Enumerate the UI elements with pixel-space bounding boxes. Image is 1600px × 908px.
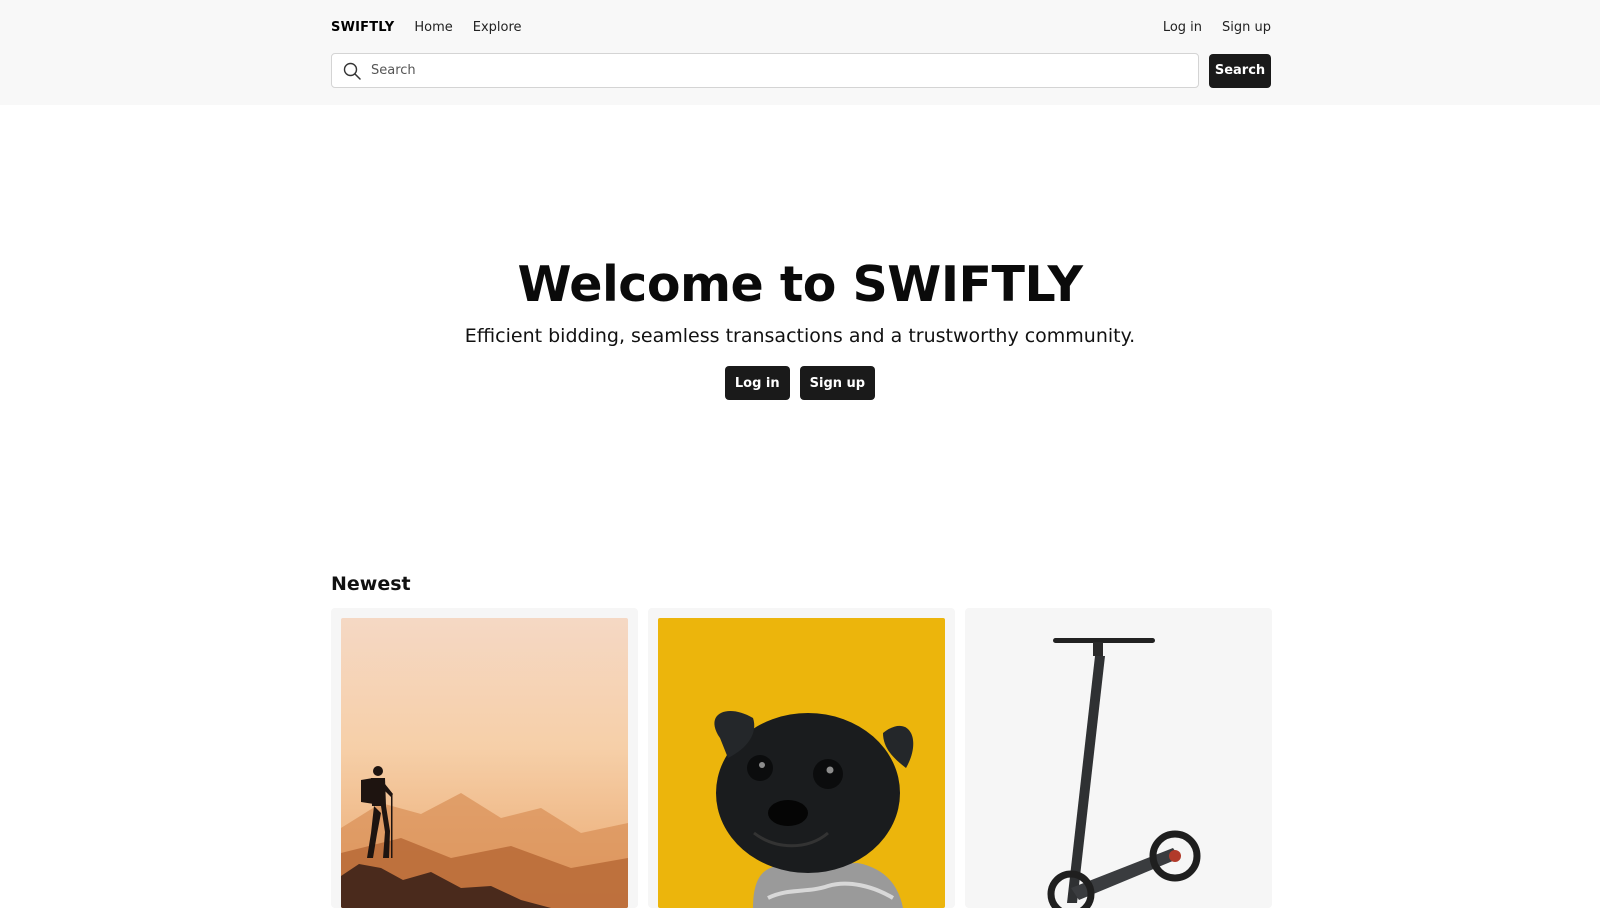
hero-section: Welcome to SWIFTLY Efficient bidding, se…: [0, 252, 1600, 400]
hero-title: Welcome to SWIFTLY: [517, 256, 1083, 313]
nav-login-link[interactable]: Log in: [1163, 20, 1202, 35]
search-input[interactable]: [371, 55, 1198, 86]
nav-signup-link[interactable]: Sign up: [1222, 20, 1271, 35]
top-bar: SWIFTLY Home Explore Log in Sign up Sear…: [0, 0, 1600, 105]
hero-subtitle: Efficient bidding, seamless transactions…: [464, 325, 1136, 347]
newest-section-title: Newest: [331, 573, 411, 595]
search-bar: Search: [331, 53, 1271, 88]
pug-image[interactable]: [658, 618, 945, 908]
nav-home-link[interactable]: Home: [414, 20, 452, 35]
search-button[interactable]: Search: [1209, 53, 1271, 88]
listing-card[interactable]: [648, 608, 955, 908]
newest-listings: [331, 608, 1272, 908]
listing-card[interactable]: [965, 608, 1272, 908]
hiker-image[interactable]: [341, 618, 628, 908]
nav-bar: SWIFTLY Home Explore Log in Sign up: [331, 16, 1271, 38]
brand-logo[interactable]: SWIFTLY: [331, 20, 394, 35]
hero-actions: Log in Sign up: [0, 366, 1600, 400]
scooter-image[interactable]: [975, 618, 1262, 908]
hero-signup-button[interactable]: Sign up: [799, 366, 876, 400]
hero-login-button[interactable]: Log in: [724, 366, 790, 400]
nav-left: SWIFTLY Home Explore: [331, 20, 522, 35]
listing-card[interactable]: [331, 608, 638, 908]
search-icon: [342, 61, 362, 81]
nav-explore-link[interactable]: Explore: [473, 20, 522, 35]
nav-right: Log in Sign up: [1163, 20, 1271, 35]
search-box[interactable]: [331, 53, 1199, 88]
